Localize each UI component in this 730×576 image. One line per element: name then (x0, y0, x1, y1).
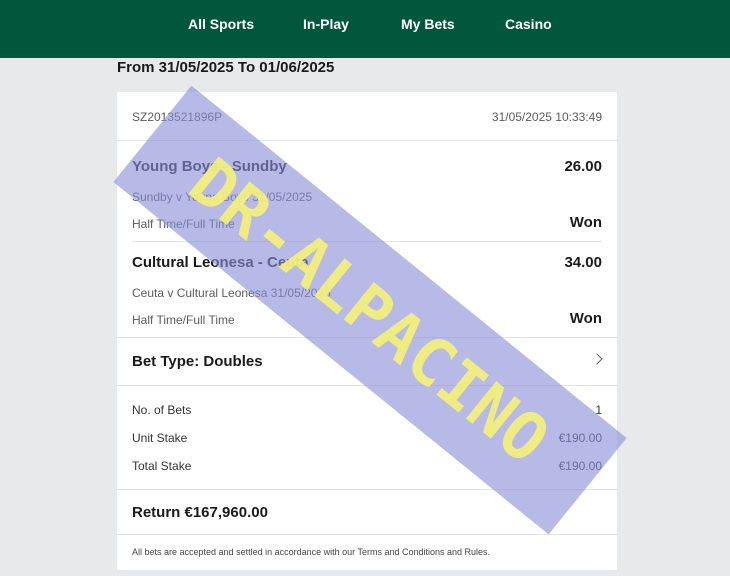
top-navigation: All Sports In-Play My Bets Casino (0, 0, 730, 58)
selection-event: Ceuta v Cultural Leonesa 31/05/2025 (132, 286, 331, 300)
divider (132, 241, 602, 242)
selection-result: Won (569, 310, 602, 327)
selection-title: Cultural Leonesa - Ceuta (132, 254, 309, 271)
selection-result: Won (569, 214, 602, 231)
no-of-bets-value: 1 (595, 403, 602, 417)
divider (117, 534, 617, 535)
nav-all-sports[interactable]: All Sports (188, 16, 254, 32)
bet-type-row[interactable]: Bet Type: Doubles (117, 338, 617, 385)
selection-event: Sundby v Young Boys 31/05/2025 (132, 190, 313, 204)
selection-odds: 26.00 (564, 158, 602, 175)
total-stake-value: €190.00 (558, 459, 602, 473)
bet-reference: SZ2013521896P (132, 110, 223, 124)
unit-stake-value: €190.00 (558, 431, 602, 445)
no-of-bets-label: No. of Bets (132, 403, 192, 417)
divider (117, 140, 617, 141)
nav-my-bets[interactable]: My Bets (401, 16, 455, 32)
selection-title: Young Boys - Sundby (132, 158, 287, 175)
unit-stake-label: Unit Stake (132, 431, 188, 445)
return-amount: Return €167,960.00 (132, 504, 268, 521)
nav-in-play[interactable]: In-Play (303, 16, 349, 32)
divider (117, 385, 617, 386)
selection-market: Half Time/Full Time (132, 313, 235, 327)
selection-odds: 34.00 (564, 254, 602, 271)
bet-placed-time: 31/05/2025 10:33:49 (491, 110, 602, 124)
terms-footer: All bets are accepted and settled in acc… (132, 547, 491, 557)
divider (117, 489, 617, 490)
bet-type-label: Bet Type: Doubles (132, 353, 263, 370)
bet-receipt-card: SZ2013521896P 31/05/2025 10:33:49 Young … (117, 92, 617, 570)
date-range-title: From 31/05/2025 To 01/06/2025 (117, 59, 335, 76)
nav-casino[interactable]: Casino (505, 16, 552, 32)
selection-market: Half Time/Full Time (132, 217, 235, 231)
total-stake-label: Total Stake (132, 459, 192, 473)
